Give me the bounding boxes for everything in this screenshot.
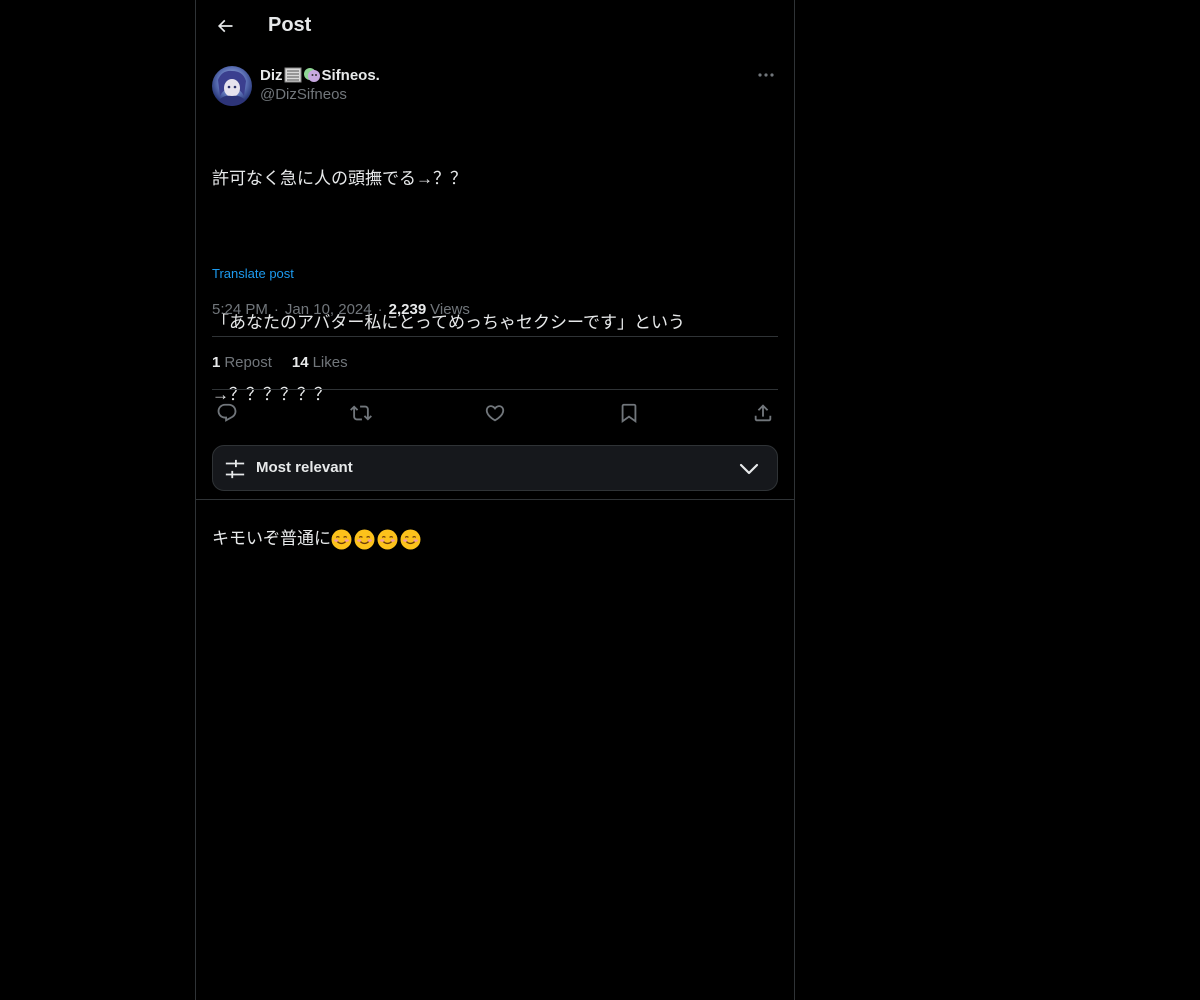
avatar[interactable] [212, 66, 252, 106]
separator-dot: · [377, 301, 383, 318]
smiling-face-icon [377, 529, 398, 549]
engagement-stats: 1 Repost 14 Likes [212, 354, 348, 371]
heart-icon [485, 405, 505, 422]
display-name-prefix: Diz [260, 66, 283, 84]
post-text-line: 許可なく急に人の頭撫でる→？？ [212, 169, 467, 188]
mask-emoji-icon [303, 68, 320, 82]
bookmark-button[interactable] [614, 401, 644, 425]
likes-count: 14 [291, 354, 309, 371]
share-button[interactable] [748, 401, 778, 425]
smiling-face-icon [354, 529, 375, 549]
share-icon [754, 404, 772, 422]
post-time[interactable]: 5:24 PM [212, 301, 268, 318]
reposts-label: Repost [224, 354, 272, 371]
author-display-name[interactable]: Diz Sifneos. [260, 64, 380, 86]
views-count: 2,239 [388, 301, 427, 318]
post-date[interactable]: Jan 10, 2024 [285, 301, 372, 318]
reply-icon [217, 403, 237, 422]
reposts-count: 1 [212, 354, 221, 371]
likes-label: Likes [312, 354, 348, 371]
post-meta: 5:24 PM · Jan 10, 2024 · 2,239 Views [212, 301, 470, 318]
reposts-stat[interactable]: 1 Repost [212, 354, 272, 371]
divider [196, 499, 794, 500]
display-name-suffix: Sifneos. [321, 66, 380, 84]
arrow-left-icon [217, 19, 233, 33]
smiling-face-icon [400, 529, 421, 549]
more-options-button[interactable] [754, 64, 778, 86]
divider [212, 336, 778, 337]
views-label: Views [430, 301, 470, 318]
avatar-image [212, 66, 252, 106]
post-author: Diz Sifneos. @DizSifneos [260, 64, 380, 104]
action-bar [212, 401, 778, 425]
like-button[interactable] [480, 401, 510, 425]
sort-replies-dropdown[interactable]: Most relevant [212, 445, 778, 491]
repost-button[interactable] [346, 401, 376, 425]
author-handle[interactable]: @DizSifneos [260, 86, 380, 103]
separator-dot: · [273, 301, 279, 318]
post-header: Post [196, 0, 794, 53]
reply-button[interactable] [212, 401, 242, 425]
repost-icon [350, 405, 372, 421]
post-column: Post Diz Sifneos. @DizSifneos 許可なく急に人の頭撫… [195, 0, 795, 1000]
more-horizontal-icon [758, 73, 774, 77]
post-text-line: キモいぞ普通に [212, 529, 331, 548]
back-button[interactable] [208, 9, 242, 43]
likes-stat[interactable]: 14 Likes [292, 354, 348, 371]
notes-emoji-icon [284, 67, 301, 83]
bookmark-icon [621, 403, 637, 424]
sliders-icon [225, 459, 245, 479]
sort-label: Most relevant [256, 459, 353, 476]
smiling-face-icon [331, 529, 352, 549]
page-title: Post [268, 14, 312, 36]
divider [212, 389, 778, 390]
post-text-line-with-emoji: キモいぞ普通に [212, 527, 778, 551]
translate-post-link[interactable]: Translate post [212, 266, 294, 281]
chevron-down-icon [739, 463, 759, 475]
